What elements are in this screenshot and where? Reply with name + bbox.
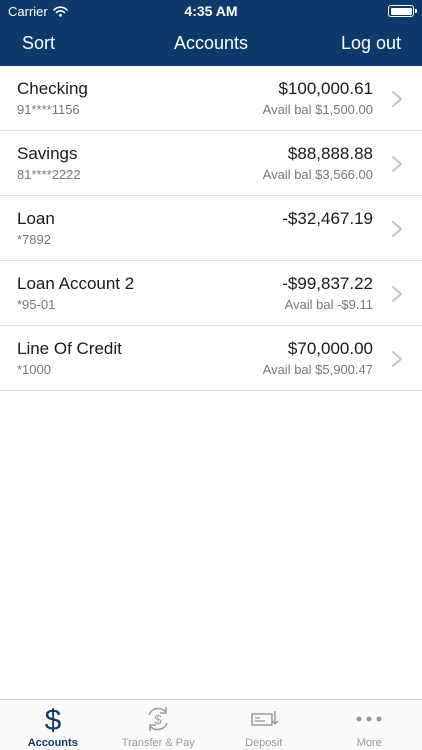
account-row-checking[interactable]: Checking 91****1156 $100,000.61 Avail ba… — [0, 66, 422, 131]
account-number: *7892 — [17, 232, 51, 247]
account-name: Savings — [17, 144, 78, 163]
more-icon — [356, 716, 382, 722]
account-balance: $100,000.61 — [278, 79, 373, 98]
available-balance: Avail bal $1,500.00 — [262, 102, 373, 117]
nav-bar: Sort Accounts Log out — [0, 22, 422, 66]
sort-button[interactable]: Sort — [22, 33, 55, 54]
chevron-right-icon — [392, 221, 402, 237]
tab-bar: $ Accounts $ Transfer & Pay Deposit More — [0, 699, 422, 750]
tab-label: Accounts — [27, 737, 78, 749]
account-number: 81****2222 — [17, 167, 81, 182]
account-number: 91****1156 — [17, 102, 80, 117]
tab-label: Deposit — [245, 737, 283, 749]
dollar-icon: $ — [44, 705, 61, 735]
check-deposit-icon — [251, 711, 279, 726]
account-balance: $70,000.00 — [287, 339, 373, 358]
account-list: Checking 91****1156 $100,000.61 Avail ba… — [0, 66, 422, 391]
status-bar: Carrier 4:35 AM — [0, 0, 422, 22]
account-name: Line Of Credit — [17, 339, 122, 358]
account-balance: -$32,467.19 — [282, 209, 373, 228]
account-row-savings[interactable]: Savings 81****2222 $88,888.88 Avail bal … — [0, 131, 422, 196]
tab-deposit[interactable]: Deposit — [211, 700, 317, 750]
available-balance: Avail bal -$9.11 — [284, 297, 373, 312]
battery-icon — [388, 5, 417, 17]
transfer-icon: $ — [148, 707, 168, 731]
account-balance: -$99,837.22 — [282, 274, 373, 293]
tab-transfer-pay[interactable]: $ Transfer & Pay — [106, 700, 212, 750]
tab-label: Transfer & Pay — [121, 737, 195, 749]
account-name: Checking — [17, 79, 88, 98]
available-balance: Avail bal $3,566.00 — [262, 167, 373, 182]
account-row-line-of-credit[interactable]: Line Of Credit *1000 $70,000.00 Avail ba… — [0, 326, 422, 391]
status-time: 4:35 AM — [184, 3, 238, 19]
account-row-loan[interactable]: Loan *7892 -$32,467.19 — [0, 196, 422, 261]
tab-label: More — [356, 737, 382, 749]
chevron-right-icon — [392, 156, 402, 172]
svg-text:$: $ — [155, 712, 163, 727]
account-number: *1000 — [17, 362, 51, 377]
account-name: Loan Account 2 — [17, 274, 135, 293]
chevron-right-icon — [392, 286, 402, 302]
tab-more[interactable]: More — [317, 700, 422, 750]
chevron-right-icon — [392, 91, 402, 107]
tab-accounts[interactable]: $ Accounts — [0, 700, 106, 750]
account-balance: $88,888.88 — [287, 144, 373, 163]
account-number: *95-01 — [17, 297, 56, 312]
available-balance: Avail bal $5,900.47 — [262, 362, 373, 377]
account-name: Loan — [17, 209, 55, 228]
svg-text:$: $ — [44, 705, 61, 735]
logout-button[interactable]: Log out — [341, 33, 401, 54]
account-row-loan-account-2[interactable]: Loan Account 2 *95-01 -$99,837.22 Avail … — [0, 261, 422, 326]
chevron-right-icon — [392, 351, 402, 367]
header: Carrier 4:35 AM Sort Accounts Log out — [0, 0, 422, 66]
